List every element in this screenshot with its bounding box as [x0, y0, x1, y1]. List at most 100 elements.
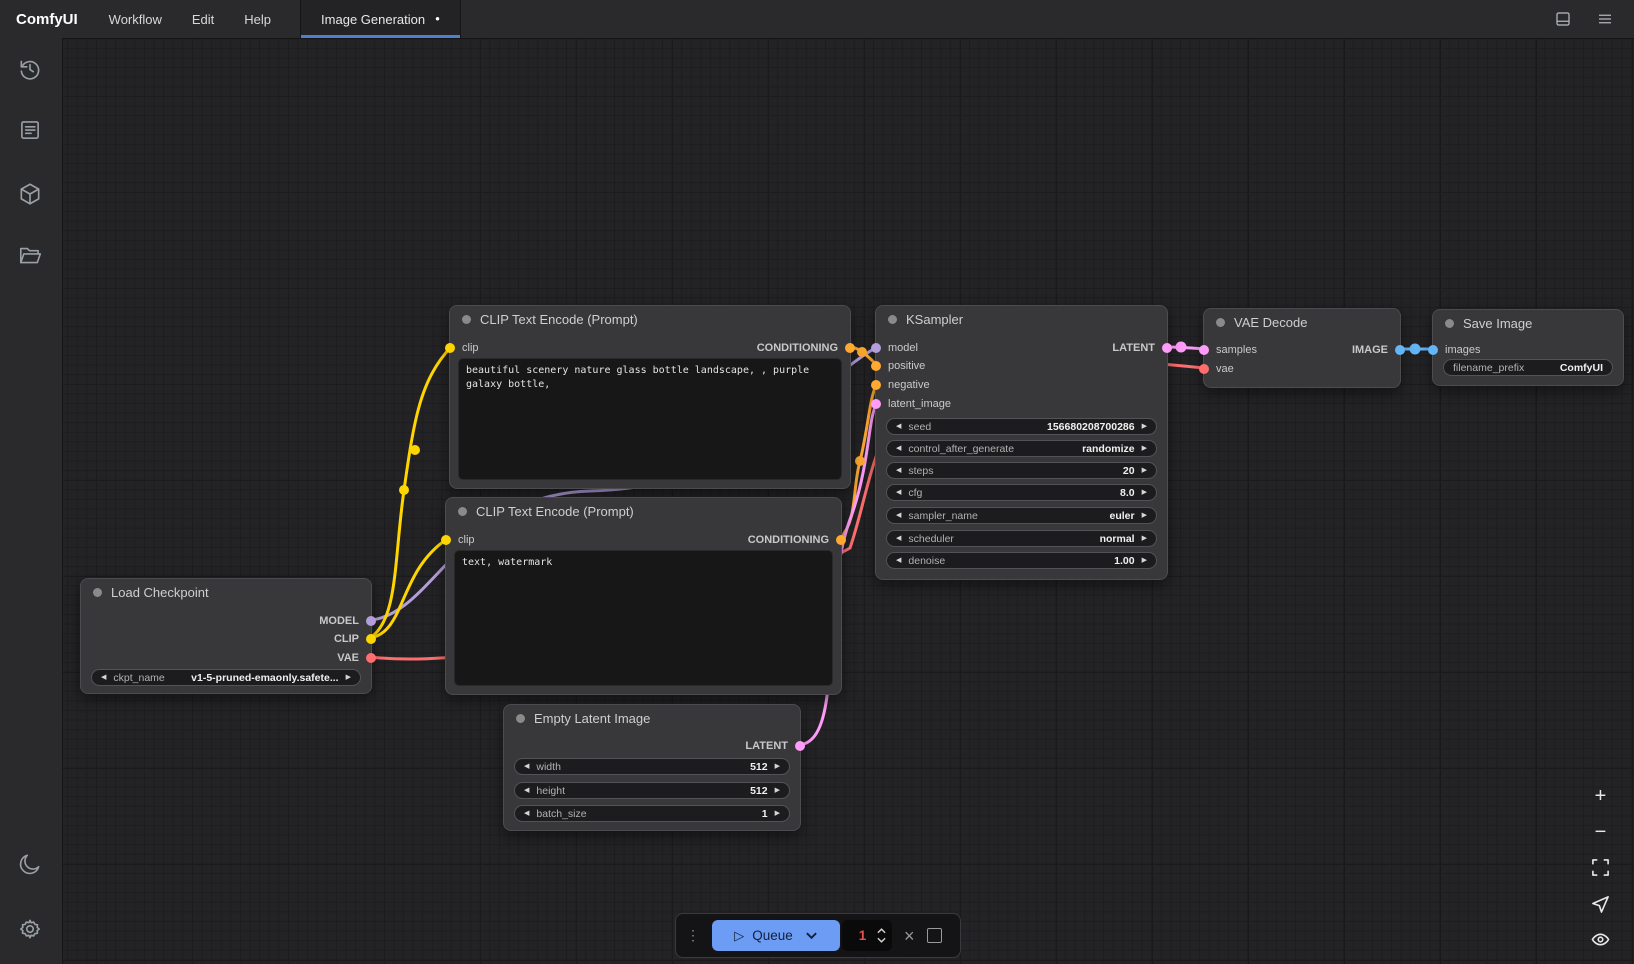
widget-ckpt-name[interactable]: ◀ ckpt_name v1-5-pruned-emaonly.safete..…: [91, 669, 361, 686]
widget-control-after-generate[interactable]: ◀ control_after_generate randomize ▶: [886, 440, 1157, 457]
node-ksampler[interactable]: KSampler model positive negative latent_…: [875, 305, 1168, 580]
input-slot-latent-image[interactable]: latent_image: [888, 396, 951, 412]
port-latent[interactable]: [1199, 345, 1209, 355]
node-empty-latent-image[interactable]: Empty Latent Image LATENT ◀ width 512 ▶ …: [503, 704, 801, 831]
widget-steps[interactable]: ◀ steps 20 ▶: [886, 462, 1157, 479]
widget-scheduler[interactable]: ◀ scheduler normal ▶: [886, 530, 1157, 547]
zoom-out-icon[interactable]: −: [1590, 821, 1611, 842]
hamburger-menu-icon[interactable]: [1596, 10, 1614, 28]
input-slot-clip[interactable]: clip: [462, 340, 479, 356]
node-save-image[interactable]: Save Image images filename_prefix ComfyU…: [1432, 309, 1624, 386]
increment-arrow-icon[interactable]: ▶: [775, 783, 780, 798]
decrement-arrow-icon[interactable]: ◀: [524, 759, 529, 774]
increment-arrow-icon[interactable]: ▶: [346, 670, 351, 685]
node-clip-text-encode-negative[interactable]: CLIP Text Encode (Prompt) clip CONDITION…: [445, 497, 842, 695]
input-slot-images[interactable]: images: [1445, 342, 1480, 358]
port-image[interactable]: [1428, 345, 1438, 355]
output-slot-conditioning[interactable]: CONDITIONING: [757, 340, 838, 356]
decrement-arrow-icon[interactable]: ◀: [896, 553, 901, 568]
stop-icon[interactable]: [927, 928, 942, 943]
increment-arrow-icon[interactable]: ▶: [1142, 419, 1147, 434]
clear-queue-icon[interactable]: ×: [904, 927, 915, 945]
output-slot-vae[interactable]: VAE: [337, 650, 359, 666]
port-conditioning[interactable]: [845, 343, 855, 353]
port-model[interactable]: [871, 343, 881, 353]
node-titlebar[interactable]: KSampler: [876, 306, 1167, 332]
widget-width[interactable]: ◀ width 512 ▶: [514, 758, 790, 775]
output-slot-conditioning[interactable]: CONDITIONING: [748, 532, 829, 548]
decrement-arrow-icon[interactable]: ◀: [101, 670, 106, 685]
output-slot-latent[interactable]: LATENT: [1112, 340, 1155, 356]
workflows-folder-icon[interactable]: [17, 242, 45, 270]
node-vae-decode[interactable]: VAE Decode samples vae IMAGE: [1203, 308, 1401, 388]
menu-edit[interactable]: Edit: [177, 12, 229, 27]
settings-gear-icon[interactable]: [17, 916, 45, 944]
batch-count-value[interactable]: 1: [848, 928, 877, 943]
node-titlebar[interactable]: Load Checkpoint: [81, 579, 371, 605]
zoom-in-icon[interactable]: +: [1590, 785, 1611, 806]
widget-filename-prefix[interactable]: filename_prefix ComfyUI: [1443, 359, 1613, 376]
toggle-links-visibility-eye-icon[interactable]: [1590, 929, 1611, 950]
widget-sampler-name[interactable]: ◀ sampler_name euler ▶: [886, 507, 1157, 524]
model-library-icon[interactable]: [17, 181, 45, 209]
increment-arrow-icon[interactable]: ▶: [1142, 485, 1147, 500]
input-slot-model[interactable]: model: [888, 340, 918, 356]
decrement-arrow-icon[interactable]: ◀: [896, 419, 901, 434]
node-clip-text-encode-positive[interactable]: CLIP Text Encode (Prompt) clip CONDITION…: [449, 305, 851, 489]
port-latent[interactable]: [1162, 343, 1172, 353]
decrement-arrow-icon[interactable]: ◀: [896, 508, 901, 523]
increment-arrow-icon[interactable]: ▶: [1142, 508, 1147, 523]
node-load-checkpoint[interactable]: Load Checkpoint MODEL CLIP VAE ◀ ckpt_na…: [80, 578, 372, 694]
port-vae[interactable]: [1199, 364, 1209, 374]
widget-height[interactable]: ◀ height 512 ▶: [514, 782, 790, 799]
decrement-arrow-icon[interactable]: ◀: [896, 531, 901, 546]
port-model[interactable]: [366, 616, 376, 626]
port-clip[interactable]: [445, 343, 455, 353]
queue-button[interactable]: ▷ Queue: [712, 920, 840, 951]
decrement-arrow-icon[interactable]: ◀: [896, 441, 901, 456]
port-latent[interactable]: [795, 741, 805, 751]
decrement-arrow-icon[interactable]: ◀: [896, 485, 901, 500]
increment-arrow-icon[interactable]: ▶: [1142, 553, 1147, 568]
increment-arrow-icon[interactable]: ▶: [1142, 463, 1147, 478]
queue-options-chevron-icon[interactable]: [805, 929, 818, 942]
widget-cfg[interactable]: ◀ cfg 8.0 ▶: [886, 484, 1157, 501]
port-vae[interactable]: [366, 653, 376, 663]
output-slot-model[interactable]: MODEL: [319, 613, 359, 629]
output-slot-latent[interactable]: LATENT: [745, 738, 788, 754]
node-library-icon[interactable]: [17, 117, 45, 145]
widget-seed[interactable]: ◀ seed 156680208700286 ▶: [886, 418, 1157, 435]
input-slot-negative[interactable]: negative: [888, 377, 930, 393]
decrement-arrow-icon[interactable]: ◀: [524, 806, 529, 821]
port-conditioning[interactable]: [836, 535, 846, 545]
theme-toggle-moon-icon[interactable]: [17, 851, 45, 879]
batch-count-spinner[interactable]: 1: [842, 920, 892, 951]
node-titlebar[interactable]: Empty Latent Image: [504, 705, 800, 731]
menu-workflow[interactable]: Workflow: [94, 12, 177, 27]
increment-arrow-icon[interactable]: ▶: [775, 759, 780, 774]
widget-denoise[interactable]: ◀ denoise 1.00 ▶: [886, 552, 1157, 569]
drag-handle-icon[interactable]: ⋮: [686, 927, 700, 944]
output-slot-image[interactable]: IMAGE: [1352, 342, 1388, 358]
port-clip[interactable]: [441, 535, 451, 545]
decrement-arrow-icon[interactable]: ◀: [896, 463, 901, 478]
menu-help[interactable]: Help: [229, 12, 286, 27]
increment-arrow-icon[interactable]: ▶: [1142, 531, 1147, 546]
prompt-textarea[interactable]: text, watermark: [454, 550, 833, 686]
output-slot-clip[interactable]: CLIP: [334, 631, 359, 647]
increment-arrow-icon[interactable]: ▶: [1142, 441, 1147, 456]
select-mode-icon[interactable]: [1590, 893, 1611, 914]
node-titlebar[interactable]: VAE Decode: [1204, 309, 1400, 335]
decrement-arrow-icon[interactable]: ◀: [524, 783, 529, 798]
input-slot-positive[interactable]: positive: [888, 358, 925, 374]
prompt-textarea[interactable]: beautiful scenery nature glass bottle la…: [458, 358, 842, 480]
increment-arrow-icon[interactable]: ▶: [775, 806, 780, 821]
widget-batch-size[interactable]: ◀ batch_size 1 ▶: [514, 805, 790, 822]
input-slot-samples[interactable]: samples: [1216, 342, 1257, 358]
port-latent[interactable]: [871, 399, 881, 409]
port-image[interactable]: [1395, 345, 1405, 355]
bottom-panel-toggle-icon[interactable]: [1554, 10, 1572, 28]
node-titlebar[interactable]: CLIP Text Encode (Prompt): [450, 306, 850, 332]
node-titlebar[interactable]: CLIP Text Encode (Prompt): [446, 498, 841, 524]
fit-view-icon[interactable]: [1590, 857, 1611, 878]
